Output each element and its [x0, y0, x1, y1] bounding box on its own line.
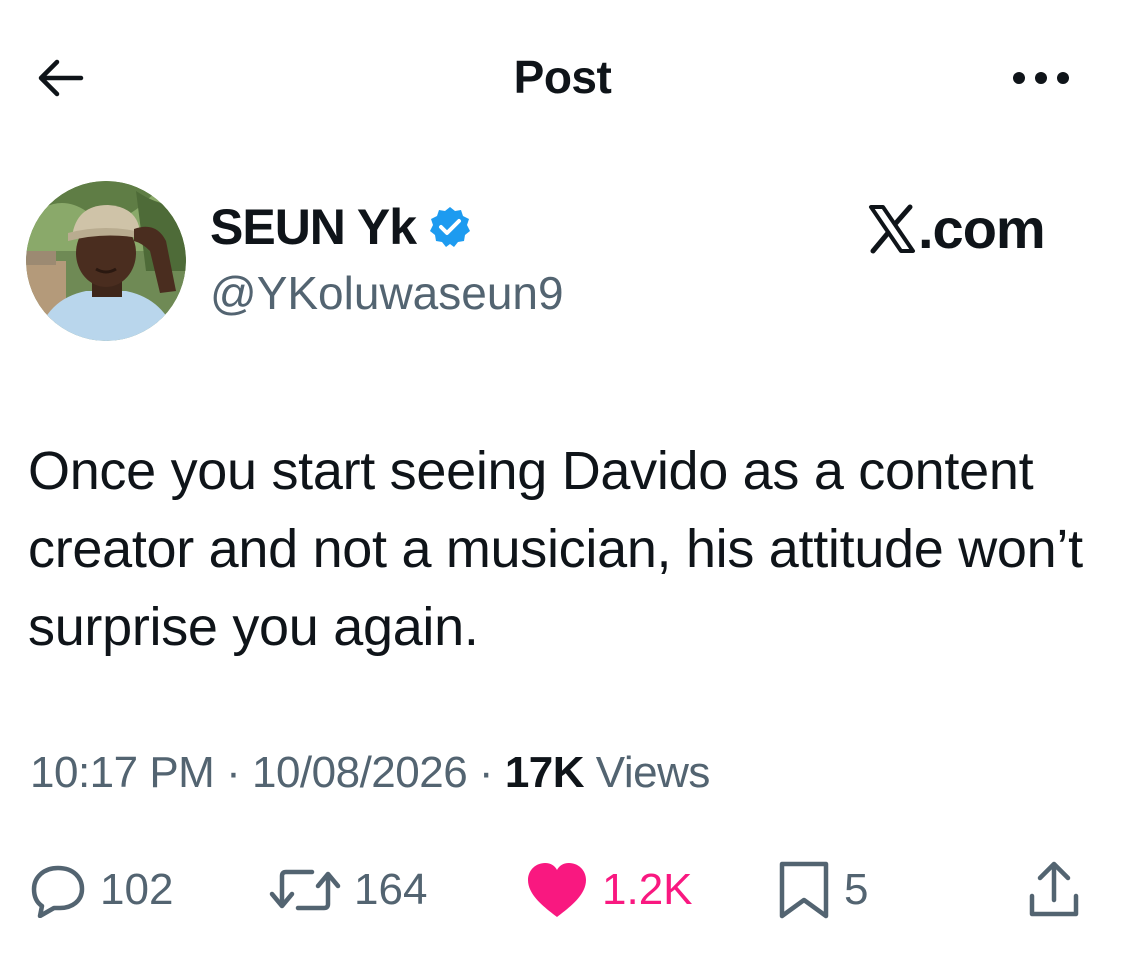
reply-icon: [31, 865, 85, 918]
reply-button[interactable]: 102: [28, 858, 173, 922]
like-button[interactable]: 1.2K: [524, 858, 693, 922]
x-logo-icon: [869, 204, 915, 253]
post-date[interactable]: 10/08/2026: [252, 748, 468, 797]
avatar[interactable]: [26, 181, 186, 341]
share-button[interactable]: [1026, 858, 1082, 922]
back-button[interactable]: [28, 50, 92, 106]
post-meta: 10:17 PM · 10/08/2026 · 17K Views: [30, 748, 710, 798]
post-detail-page: Post SEUN Yk @YKoluwaseun9 .com Once you…: [0, 0, 1125, 967]
views-count: 17K: [504, 748, 585, 797]
verified-badge-icon: [430, 207, 471, 247]
bookmark-icon: [779, 861, 829, 919]
like-count: 1.2K: [602, 865, 693, 914]
post-text: Once you start seeing Davido as a conten…: [28, 441, 1083, 657]
x-com-watermark: .com: [868, 196, 1046, 261]
repost-count: 164: [354, 865, 428, 914]
repost-icon: [269, 869, 341, 911]
avatar-image: [26, 181, 186, 341]
meta-separator: ·: [478, 748, 494, 797]
views-label: Views: [595, 748, 711, 797]
page-title: Post: [513, 51, 612, 103]
brand-label: .com: [918, 197, 1046, 260]
more-horizontal-icon: [1013, 72, 1069, 84]
arrow-left-icon: [38, 59, 84, 97]
author-handle[interactable]: @YKoluwaseun9: [210, 266, 564, 320]
post-actions-bar: 102 164 1.2K 5: [28, 858, 1098, 922]
author-name-row: SEUN Yk: [210, 198, 472, 256]
share-icon: [1029, 861, 1079, 917]
bookmark-count: 5: [844, 865, 869, 914]
post-time[interactable]: 10:17 PM: [30, 748, 215, 797]
meta-separator: ·: [226, 748, 241, 797]
bookmark-button[interactable]: 5: [776, 858, 868, 922]
repost-button[interactable]: 164: [268, 858, 427, 922]
author-display-name[interactable]: SEUN Yk: [210, 198, 417, 256]
reply-count: 102: [100, 865, 174, 914]
more-options-button[interactable]: [1008, 56, 1074, 100]
heart-icon: [528, 863, 586, 917]
